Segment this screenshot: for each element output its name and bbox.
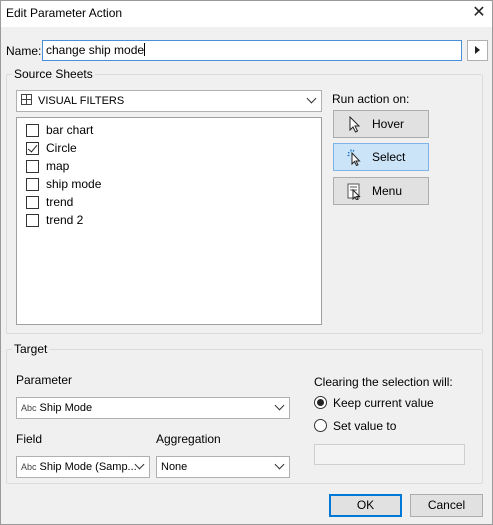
parameter-select[interactable]: Abc Ship Mode [16,397,290,419]
checkbox[interactable] [26,178,39,191]
menu-cursor-icon [347,183,361,200]
sheet-list: bar chart Circle map ship mode trend tre… [16,117,322,325]
field-select[interactable]: Abc Ship Mode (Samp... [16,456,150,478]
hover-button[interactable]: Hover [333,110,429,138]
aggregation-label: Aggregation [156,432,221,446]
clearing-label: Clearing the selection will: [314,375,453,389]
source-sheets-title: Source Sheets [12,67,95,81]
radio-selected-dot [317,399,324,406]
field-label: Field [16,432,43,446]
string-type-icon: Abc [21,403,37,413]
cancel-button[interactable]: Cancel [410,494,483,517]
ok-button[interactable]: OK [329,494,402,517]
select-cursor-icon [347,149,361,166]
sheet-label: map [46,159,70,173]
checkbox[interactable] [26,196,39,209]
hover-cursor-icon [349,116,361,133]
chevron-down-icon [274,400,285,411]
checkbox[interactable] [26,214,39,227]
name-label: Name: [6,44,42,58]
sheet-label: ship mode [46,177,102,191]
select-label: Select [372,150,406,164]
dashboard-select-value: VISUAL FILTERS [38,95,125,107]
dashboard-select[interactable]: VISUAL FILTERS [16,90,322,112]
target-title: Target [12,342,50,356]
sheet-label: Circle [46,141,77,155]
radio-button[interactable] [314,396,327,409]
select-button[interactable]: Select [333,143,429,171]
checkbox[interactable] [26,160,39,173]
name-input-value: change ship mode [46,43,145,57]
arrow-right-icon [475,46,480,54]
parameter-label: Parameter [16,373,73,387]
set-value-input[interactable] [314,444,465,465]
sheet-label: bar chart [46,123,94,137]
radio-keep-current-value[interactable]: Keep current value [314,395,474,411]
sheet-label: trend 2 [46,213,84,227]
checkbox[interactable] [26,124,39,137]
menu-button[interactable]: Menu [333,177,429,205]
check-icon [27,142,38,153]
window-title: Edit Parameter Action [6,6,123,20]
aggregation-value: None [161,461,188,473]
run-action-label: Run action on: [332,92,410,106]
dashboard-grid-icon [21,94,32,105]
string-type-icon: Abc [21,462,37,472]
field-value: Ship Mode (Samp... [39,461,137,473]
checkbox[interactable] [26,142,39,155]
aggregation-select[interactable]: None [156,456,290,478]
radio-set-value-to[interactable]: Set value to [314,418,474,434]
menu-label: Menu [372,184,403,198]
hover-label: Hover [372,117,405,131]
keep-current-value-label: Keep current value [333,396,434,410]
name-input[interactable]: change ship mode [42,40,462,61]
radio-button[interactable] [314,419,327,432]
parameter-value: Ship Mode [39,402,93,414]
text-caret [144,43,146,56]
chevron-down-icon [274,459,285,470]
close-icon[interactable]: ✕ [468,3,490,23]
insert-field-button[interactable] [467,40,488,61]
sheet-label: trend [46,195,74,209]
set-value-to-label: Set value to [333,419,397,433]
chevron-down-icon [306,93,317,104]
